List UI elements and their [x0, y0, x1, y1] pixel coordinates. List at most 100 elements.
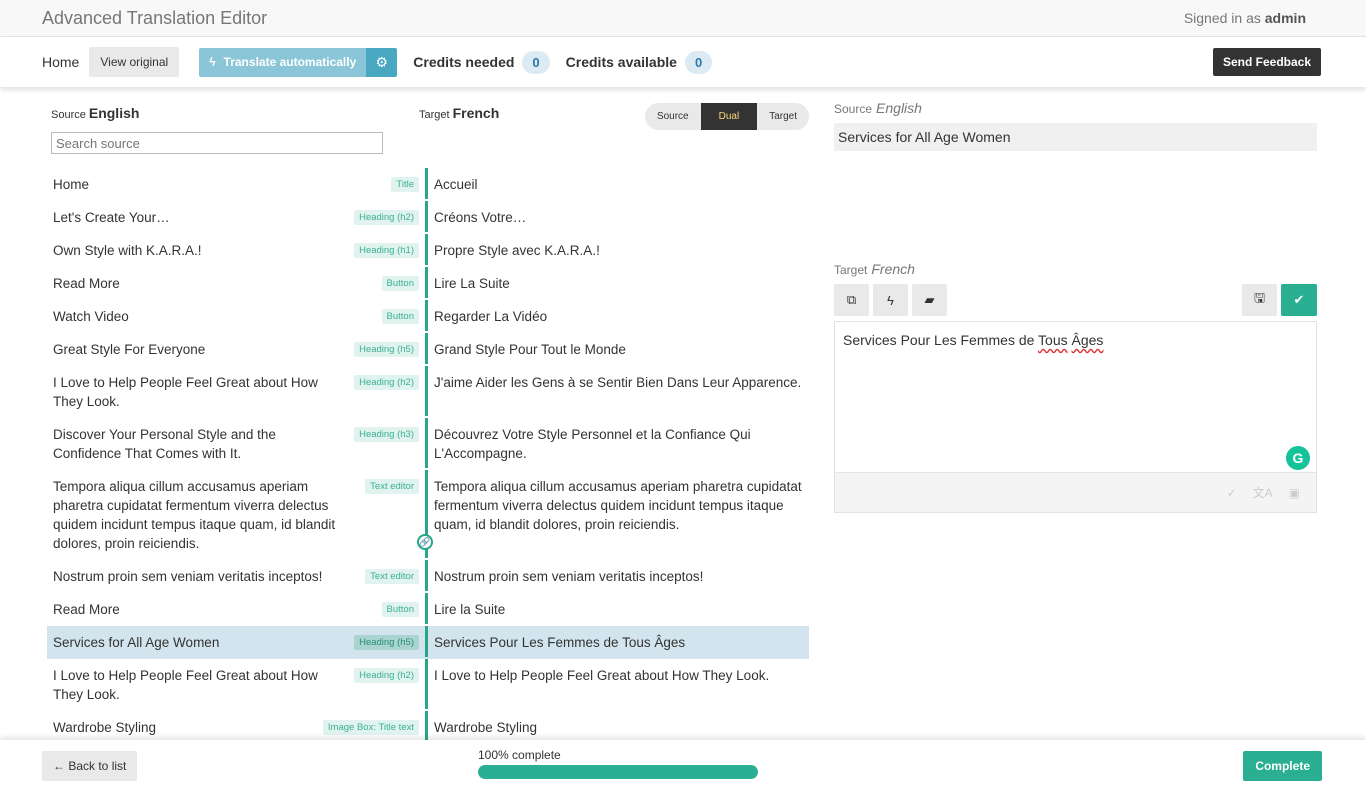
target-language-header: Target French [419, 105, 500, 121]
target-text: Grand Style Pour Tout le Monde [434, 342, 626, 357]
segment-row[interactable]: Home Title Accueil [47, 168, 809, 201]
source-text: Great Style For Everyone [53, 342, 206, 357]
segment-row[interactable]: Services for All Age Women Heading (h5) Se… [47, 626, 809, 659]
segment-source: Watch Video Button [47, 300, 425, 333]
segment-row[interactable]: Discover Your Personal Style and the Con… [47, 418, 809, 470]
editor-toolbar: ⧉ ϟ ▰ 🖫 ✔ [834, 284, 1317, 316]
source-text: Read More [53, 276, 120, 291]
segment-row[interactable]: Nostrum proin sem veniam veritatis incep… [47, 560, 809, 593]
segment-source: Own Style with K.A.R.A.! Heading (h1) [47, 234, 425, 267]
target-text-editor[interactable]: Services Pour Les Femmes de Tous Âges G … [834, 321, 1317, 513]
element-type-badge: Heading (h2) [354, 210, 419, 225]
check-icon: ✔ [1293, 292, 1305, 307]
target-text: Tempora aliqua cillum accusamus aperiam … [434, 479, 802, 532]
element-type-badge: Heading (h2) [354, 668, 419, 683]
view-original-button[interactable]: View original [89, 47, 180, 77]
signed-in-status: Signed in as admin [1183, 10, 1306, 26]
segment-source: Nostrum proin sem veniam veritatis incep… [47, 560, 425, 593]
confirm-button[interactable]: ✔ [1281, 284, 1317, 316]
element-type-badge: Image Box: Title text [322, 720, 419, 735]
app-title: Advanced Translation Editor [42, 7, 268, 28]
source-text: I Love to Help People Feel Great about H… [53, 375, 318, 409]
target-text: Découvrez Votre Style Personnel et la Co… [434, 427, 751, 461]
source-text: Watch Video [53, 309, 129, 324]
segment-rows: Home Title Accueil Let's Create Your… Headin… [47, 168, 809, 740]
grammarly-icon[interactable]: G [1286, 446, 1310, 470]
source-text: Let's Create Your… [53, 210, 170, 225]
segment-source: I Love to Help People Feel Great about H… [47, 659, 425, 711]
translate-automatically-button[interactable]: ϟ Translate automatically [199, 47, 367, 77]
segment-row[interactable]: Read More Button Lire La Suite [47, 267, 809, 300]
segment-source: Tempora aliqua cillum accusamus aperiam … [47, 470, 425, 560]
segment-row[interactable]: I Love to Help People Feel Great about H… [47, 366, 809, 418]
segment-list-panel: Source English Target French Source Dual T… [47, 88, 809, 740]
segment-detail-panel: Source English Services for All Age Women… [834, 100, 1317, 513]
translate-icon[interactable]: 文A [1253, 484, 1273, 501]
detail-source-label: Source English [834, 100, 922, 116]
username: admin [1264, 10, 1306, 26]
source-text: Wardrobe Styling [53, 720, 157, 735]
search-source-input[interactable] [51, 132, 383, 154]
segment-source: Let's Create Your… Heading (h2) [47, 201, 425, 234]
source-text: Home [53, 177, 90, 192]
back-to-list-button[interactable]: ← Back to list [42, 751, 138, 781]
editor-footer: ✓ 文A ▣ [835, 472, 1316, 512]
progress-fill [478, 765, 758, 779]
spellcheck-icon[interactable]: ✓ [1227, 486, 1237, 500]
target-text[interactable]: Services Pour Les Femmes de Tous Âges [835, 322, 1316, 358]
book-icon: ▰ [924, 292, 935, 307]
floppy-disk-icon: 🖫 [1253, 290, 1266, 305]
segment-row[interactable]: Let's Create Your… Heading (h2) Créons Vot… [47, 201, 809, 234]
element-type-badge: Title [391, 177, 419, 192]
target-text: Nostrum proin sem veniam veritatis incep… [434, 569, 704, 584]
lightning-icon: ϟ [209, 55, 216, 69]
source-text: Read More [53, 602, 120, 617]
source-text: Own Style with K.A.R.A.! [53, 243, 202, 258]
view-mode-dual[interactable]: Dual [700, 103, 758, 130]
view-mode-target[interactable]: Target [757, 103, 809, 130]
element-type-badge: Text editor [365, 569, 419, 584]
element-type-badge: Heading (h5) [354, 342, 419, 357]
source-language-header: Source English [51, 105, 140, 121]
segment-row[interactable]: Read More Button Lire la Suite [47, 593, 809, 626]
segment-row[interactable]: Great Style For Everyone Heading (h5) Gran… [47, 333, 809, 366]
progress: 100% complete [478, 748, 758, 779]
link-icon[interactable]: 🔗 [417, 534, 433, 550]
glossary-button[interactable]: ▰ [912, 284, 947, 316]
gear-icon: ⚙ [375, 53, 389, 70]
detail-source-text: Services for All Age Women [834, 123, 1317, 151]
book-icon[interactable]: ▣ [1289, 486, 1300, 500]
save-button[interactable]: 🖫 [1242, 284, 1277, 316]
complete-button[interactable]: Complete [1243, 751, 1322, 781]
view-mode-toggle: Source Dual Target [644, 103, 809, 130]
detail-target-label: Target French [834, 261, 915, 277]
source-text: Discover Your Personal Style and the Con… [53, 427, 276, 461]
source-text: Nostrum proin sem veniam veritatis incep… [53, 569, 323, 584]
target-text: Services Pour Les Femmes de Tous Âges [434, 635, 686, 650]
toolbar: Home View original ϟ Translate automatica… [0, 37, 1366, 87]
segment-source: Wardrobe Styling Image Box: Title text [47, 711, 425, 740]
translate-settings-button[interactable]: ⚙ [366, 47, 398, 77]
segment-row[interactable]: Wardrobe Styling Image Box: Title text War… [47, 711, 809, 740]
element-type-badge: Button [381, 276, 419, 291]
progress-label: 100% complete [478, 748, 561, 762]
element-type-badge: Heading (h1) [354, 243, 419, 258]
element-type-badge: Heading (h2) [354, 375, 419, 390]
segment-source: Great Style For Everyone Heading (h5) [47, 333, 425, 366]
segment-source: I Love to Help People Feel Great about H… [47, 366, 425, 418]
target-text: J'aime Aider les Gens à se Sentir Bien D… [434, 375, 802, 390]
element-type-badge: Text editor [365, 479, 419, 494]
element-type-badge: Button [381, 309, 419, 324]
source-text: I Love to Help People Feel Great about H… [53, 668, 318, 702]
auto-translate-segment-button[interactable]: ϟ [873, 284, 908, 316]
send-feedback-button[interactable]: Send Feedback [1212, 48, 1321, 76]
home-link[interactable]: Home [42, 54, 79, 70]
credits-available-count: 0 [684, 50, 713, 74]
segment-row[interactable]: Own Style with K.A.R.A.! Heading (h1) Prop… [47, 234, 809, 267]
view-mode-source[interactable]: Source [645, 103, 701, 130]
segment-row[interactable]: Watch Video Button Regarder La Vidéo [47, 300, 809, 333]
source-text: Tempora aliqua cillum accusamus aperiam … [53, 479, 336, 551]
copy-source-button[interactable]: ⧉ [834, 284, 869, 316]
segment-row[interactable]: I Love to Help People Feel Great about H… [47, 659, 809, 711]
segment-source: Services for All Age Women Heading (h5) [47, 626, 425, 659]
